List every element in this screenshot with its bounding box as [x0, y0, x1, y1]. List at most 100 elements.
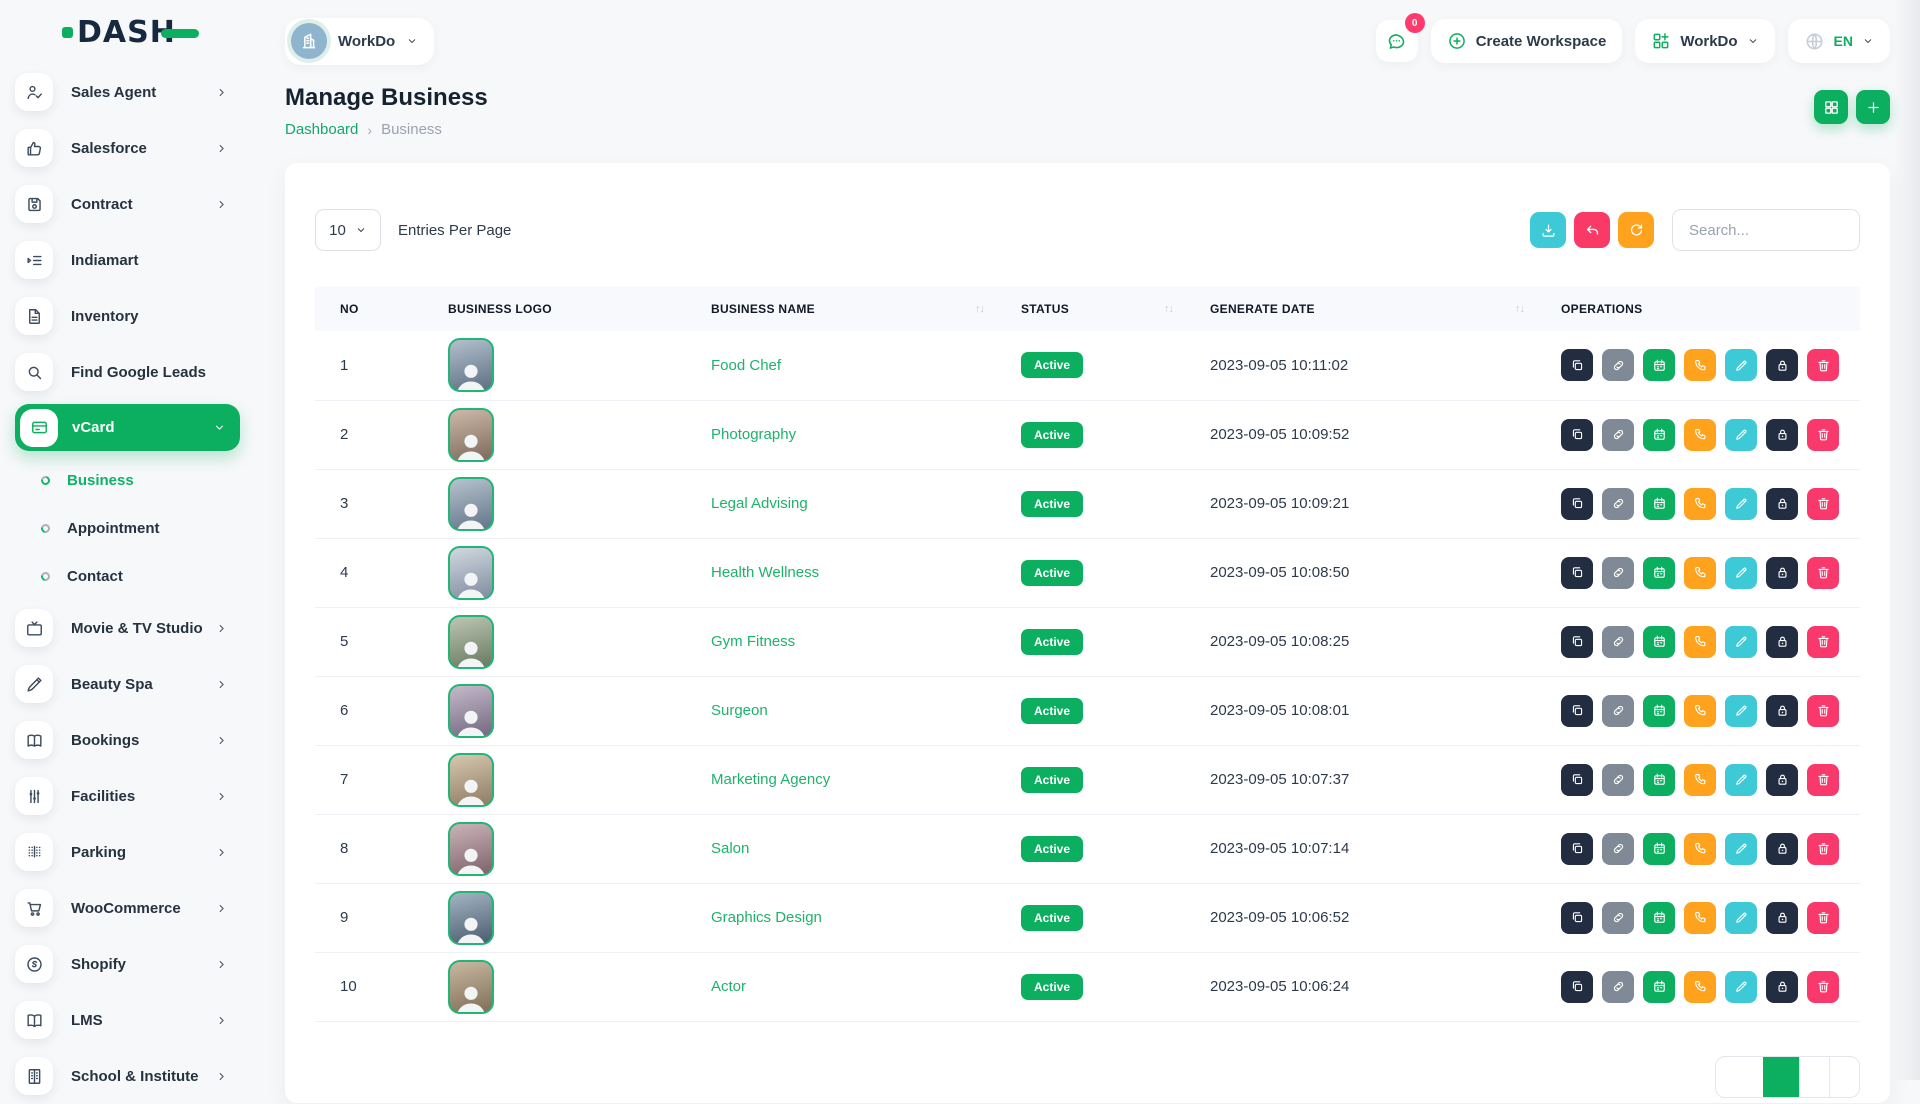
- edit-button[interactable]: [1725, 349, 1757, 381]
- delete-button[interactable]: [1807, 626, 1839, 658]
- lock-button[interactable]: [1766, 557, 1798, 589]
- lock-button[interactable]: [1766, 695, 1798, 727]
- delete-button[interactable]: [1807, 971, 1839, 1003]
- copy-button[interactable]: [1561, 349, 1593, 381]
- grid-view-button[interactable]: [1814, 90, 1848, 124]
- lock-button[interactable]: [1766, 626, 1798, 658]
- delete-button[interactable]: [1807, 902, 1839, 934]
- sidebar-item-indiamart[interactable]: Indiamart: [0, 232, 250, 288]
- phone-button[interactable]: [1684, 349, 1716, 381]
- link-button[interactable]: [1602, 833, 1634, 865]
- link-button[interactable]: [1602, 695, 1634, 727]
- copy-button[interactable]: [1561, 695, 1593, 727]
- sidebar-item-facilities[interactable]: Facilities: [0, 768, 250, 824]
- sidebar-item-vcard[interactable]: vCard: [15, 404, 240, 451]
- messages-button[interactable]: 0: [1376, 20, 1418, 62]
- sidebar-item-find-google-leads[interactable]: Find Google Leads: [0, 344, 250, 400]
- sidebar-item-beauty-spa[interactable]: Beauty Spa: [0, 656, 250, 712]
- lock-button[interactable]: [1766, 764, 1798, 796]
- column-header-business-name[interactable]: BUSINESS NAME↑↓: [686, 287, 996, 331]
- edit-button[interactable]: [1725, 626, 1757, 658]
- link-button[interactable]: [1602, 902, 1634, 934]
- app-logo[interactable]: DASH: [0, 0, 250, 64]
- edit-button[interactable]: [1725, 902, 1757, 934]
- calendar-button[interactable]: [1643, 626, 1675, 658]
- column-header-generate-date[interactable]: GENERATE DATE↑↓: [1185, 287, 1536, 331]
- sidebar-item-contract[interactable]: Contract: [0, 176, 250, 232]
- add-business-button[interactable]: [1856, 90, 1890, 124]
- calendar-button[interactable]: [1643, 971, 1675, 1003]
- phone-button[interactable]: [1684, 626, 1716, 658]
- pagination-page-1[interactable]: [1763, 1057, 1799, 1097]
- business-name-link[interactable]: Legal Advising: [711, 495, 808, 512]
- sidebar-item-contact[interactable]: Contact: [0, 552, 250, 600]
- calendar-button[interactable]: [1643, 349, 1675, 381]
- pagination-next[interactable]: [1829, 1057, 1859, 1097]
- sidebar-item-bookings[interactable]: Bookings: [0, 712, 250, 768]
- calendar-button[interactable]: [1643, 902, 1675, 934]
- business-name-link[interactable]: Salon: [711, 840, 749, 857]
- phone-button[interactable]: [1684, 902, 1716, 934]
- business-name-link[interactable]: Health Wellness: [711, 564, 819, 581]
- calendar-button[interactable]: [1643, 488, 1675, 520]
- lock-button[interactable]: [1766, 349, 1798, 381]
- phone-button[interactable]: [1684, 419, 1716, 451]
- business-name-link[interactable]: Marketing Agency: [711, 771, 830, 788]
- copy-button[interactable]: [1561, 626, 1593, 658]
- copy-button[interactable]: [1561, 902, 1593, 934]
- link-button[interactable]: [1602, 488, 1634, 520]
- business-name-link[interactable]: Food Chef: [711, 357, 781, 374]
- copy-button[interactable]: [1561, 419, 1593, 451]
- link-button[interactable]: [1602, 971, 1634, 1003]
- create-workspace-button[interactable]: Create Workspace: [1431, 19, 1623, 63]
- sidebar-item-woocommerce[interactable]: WooCommerce: [0, 880, 250, 936]
- sidebar-item-salesforce[interactable]: Salesforce: [0, 120, 250, 176]
- sidebar-item-appointment[interactable]: Appointment: [0, 504, 250, 552]
- workspace-switcher[interactable]: WorkDo: [285, 18, 434, 65]
- link-button[interactable]: [1602, 626, 1634, 658]
- sidebar-item-parking[interactable]: Parking: [0, 824, 250, 880]
- delete-button[interactable]: [1807, 695, 1839, 727]
- phone-button[interactable]: [1684, 488, 1716, 520]
- sidebar-item-business[interactable]: Business: [0, 456, 250, 504]
- business-name-link[interactable]: Photography: [711, 426, 796, 443]
- copy-button[interactable]: [1561, 971, 1593, 1003]
- phone-button[interactable]: [1684, 557, 1716, 589]
- search-input[interactable]: [1672, 209, 1860, 251]
- lock-button[interactable]: [1766, 971, 1798, 1003]
- business-name-link[interactable]: Actor: [711, 978, 746, 995]
- lock-button[interactable]: [1766, 488, 1798, 520]
- column-header-status[interactable]: STATUS↑↓: [996, 287, 1185, 331]
- delete-button[interactable]: [1807, 557, 1839, 589]
- sidebar-item-lms[interactable]: LMS: [0, 992, 250, 1048]
- lock-button[interactable]: [1766, 833, 1798, 865]
- copy-button[interactable]: [1561, 488, 1593, 520]
- edit-button[interactable]: [1725, 833, 1757, 865]
- sidebar-item-inventory[interactable]: Inventory: [0, 288, 250, 344]
- calendar-button[interactable]: [1643, 557, 1675, 589]
- phone-button[interactable]: [1684, 971, 1716, 1003]
- edit-button[interactable]: [1725, 695, 1757, 727]
- link-button[interactable]: [1602, 349, 1634, 381]
- edit-button[interactable]: [1725, 764, 1757, 796]
- refresh-button[interactable]: [1618, 212, 1654, 248]
- sidebar-item-movie-tv-studio[interactable]: Movie & TV Studio: [0, 600, 250, 656]
- business-name-link[interactable]: Graphics Design: [711, 909, 822, 926]
- delete-button[interactable]: [1807, 488, 1839, 520]
- sidebar-item-sales-agent[interactable]: Sales Agent: [0, 64, 250, 120]
- phone-button[interactable]: [1684, 695, 1716, 727]
- copy-button[interactable]: [1561, 557, 1593, 589]
- sidebar-item-shopify[interactable]: Shopify: [0, 936, 250, 992]
- calendar-button[interactable]: [1643, 833, 1675, 865]
- workdo-menu-button[interactable]: WorkDo: [1635, 19, 1774, 63]
- calendar-button[interactable]: [1643, 419, 1675, 451]
- language-button[interactable]: EN: [1788, 19, 1890, 63]
- entries-per-page-select[interactable]: 10: [315, 209, 381, 251]
- reset-button[interactable]: [1574, 212, 1610, 248]
- calendar-button[interactable]: [1643, 764, 1675, 796]
- link-button[interactable]: [1602, 419, 1634, 451]
- breadcrumb-dashboard-link[interactable]: Dashboard: [285, 121, 358, 138]
- copy-button[interactable]: [1561, 764, 1593, 796]
- phone-button[interactable]: [1684, 764, 1716, 796]
- delete-button[interactable]: [1807, 764, 1839, 796]
